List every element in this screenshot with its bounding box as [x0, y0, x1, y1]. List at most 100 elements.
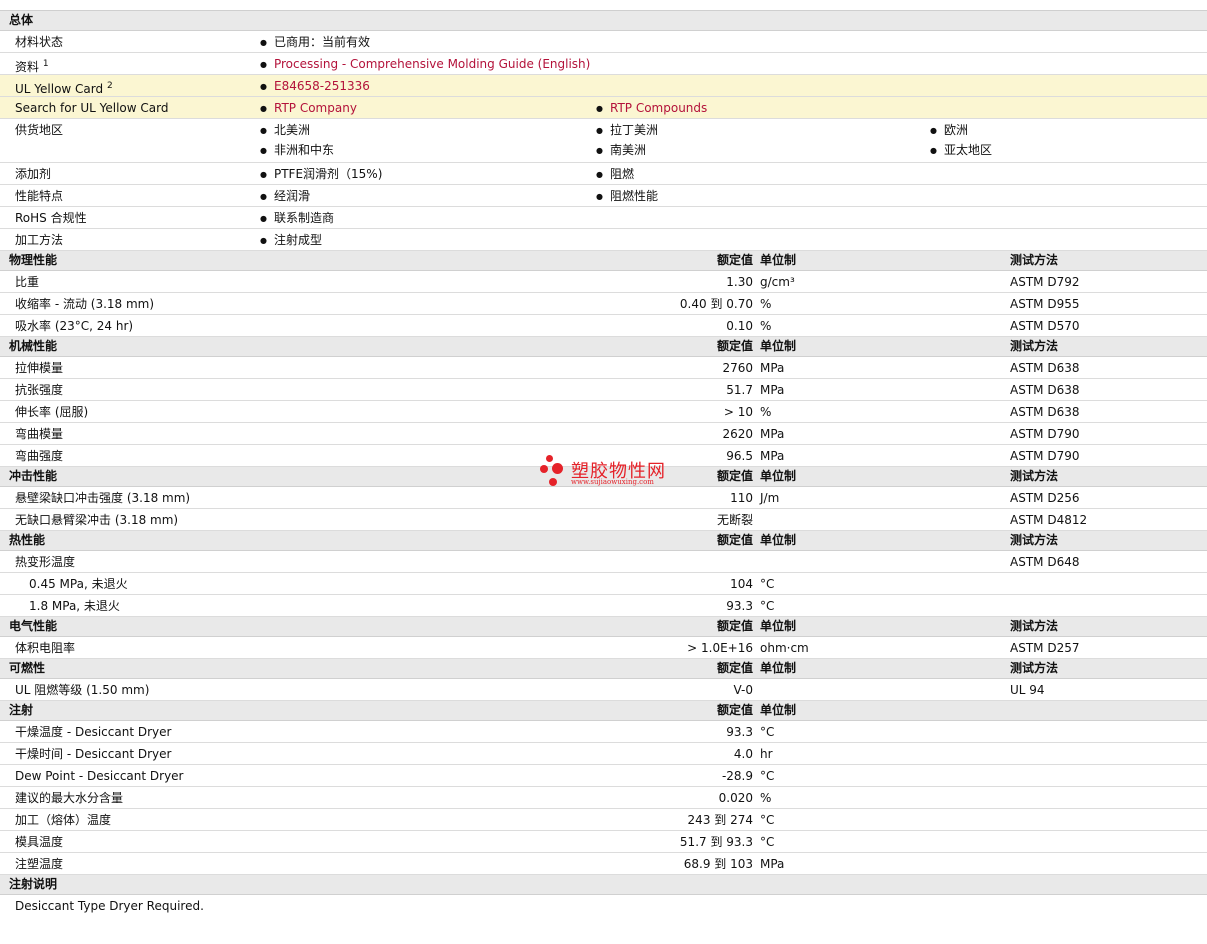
row-value: -28.9 — [721, 769, 753, 783]
row-value: > 1.0E+16 — [687, 641, 753, 655]
header-test: 测试方法 — [1010, 339, 1059, 353]
row-unit: MPa — [760, 857, 785, 871]
row-value: 96.5 — [726, 449, 753, 463]
row-label: 加工（熔体）温度 — [15, 813, 112, 827]
row-label: 模具温度 — [15, 835, 64, 849]
row-value: 51.7 到 93.3 — [679, 835, 753, 849]
row-value: 1.30 — [726, 275, 753, 289]
section-title: 电气性能 — [9, 619, 58, 633]
row-label: 收缩率 - 流动 (3.18 mm) — [15, 297, 155, 311]
table-row: 弯曲模量 2620 MPa ASTM D790 — [0, 423, 1207, 445]
row-features: 性能特点 经润滑 阻燃性能 — [0, 185, 1207, 207]
row-value: 2760 — [722, 361, 753, 375]
row-unit: °C — [760, 577, 775, 591]
ul-card-link[interactable]: E84658-251336 — [260, 79, 370, 95]
table-row: 悬壁梁缺口冲击强度 (3.18 mm) 110 J/m ASTM D256 — [0, 487, 1207, 509]
row-label: 无缺口悬臂梁冲击 (3.18 mm) — [15, 513, 179, 527]
row-label: Dew Point - Desiccant Dryer — [15, 769, 184, 783]
row-test: ASTM D4812 — [1010, 513, 1088, 527]
row-label: 弯曲强度 — [15, 449, 64, 463]
header-unit: 单位制 — [760, 339, 797, 353]
row-value: 51.7 — [726, 383, 753, 397]
row-unit: MPa — [760, 383, 785, 397]
table-row: 热变形温度 ASTM D648 — [0, 551, 1207, 573]
row-label: 干燥温度 - Desiccant Dryer — [15, 725, 172, 739]
row-unit: °C — [760, 835, 775, 849]
row-test: ASTM D790 — [1010, 427, 1080, 441]
row-label: 建议的最大水分含量 — [15, 791, 124, 805]
table-row: 模具温度 51.7 到 93.3 °C — [0, 831, 1207, 853]
row-unit: °C — [760, 725, 775, 739]
watermark-dot-icon — [546, 455, 553, 462]
section-general: 总体 — [0, 11, 1207, 31]
row-unit: hr — [760, 747, 773, 761]
header-test: 测试方法 — [1010, 533, 1059, 547]
section-title: 注射说明 — [9, 877, 58, 891]
header-unit: 单位制 — [760, 703, 797, 717]
row-label: 干燥时间 - Desiccant Dryer — [15, 747, 172, 761]
row-additive: 添加剂 PTFE润滑剂（15%) 阻燃 — [0, 163, 1207, 185]
row-value: 0.40 到 0.70 — [679, 297, 753, 311]
molding-guide-link[interactable]: Processing - Comprehensive Molding Guide… — [260, 57, 590, 73]
feature-item: 阻燃性能 — [596, 189, 658, 205]
row-value: > 10 — [723, 405, 753, 419]
section-thermal: 热性能 额定值 单位制 测试方法 — [0, 531, 1207, 551]
region-item: 非洲和中东 — [260, 143, 334, 159]
table-row: Dew Point - Desiccant Dryer -28.9 °C — [0, 765, 1207, 787]
notes-text: Desiccant Type Dryer Required. — [15, 899, 204, 913]
row-label: 伸长率 (屈服) — [15, 405, 89, 419]
table-row: 吸水率 (23°C, 24 hr) 0.10 % ASTM D570 — [0, 315, 1207, 337]
watermark-url: www.sujiaowuxing.com — [571, 478, 654, 486]
row-label: UL Yellow Card 2 — [15, 81, 113, 96]
header-value: 额定值 — [716, 703, 753, 717]
header-value: 额定值 — [716, 533, 753, 547]
additive-item: PTFE润滑剂（15%) — [260, 167, 382, 183]
header-unit: 单位制 — [760, 253, 797, 267]
datasheet: 总体 材料状态 已商用：当前有效 资料 1 Processing - Compr… — [0, 0, 1207, 944]
feature-item: 经润滑 — [260, 189, 310, 205]
row-test: ASTM D570 — [1010, 319, 1080, 333]
row-unit: MPa — [760, 361, 785, 375]
row-regions: 供货地区 北美洲 拉丁美洲 欧洲 非洲和中东 南美洲 亚太地区 — [0, 119, 1207, 163]
header-value: 额定值 — [716, 619, 753, 633]
header-test: 测试方法 — [1010, 253, 1059, 267]
footnote-1: 1 — [42, 59, 49, 69]
row-unit: % — [760, 405, 772, 419]
row-value: 110 — [730, 491, 753, 505]
processing-item: 注射成型 — [260, 233, 322, 249]
row-ul-search: Search for UL Yellow Card RTP Company RT… — [0, 97, 1207, 119]
section-title: 机械性能 — [9, 339, 58, 353]
rtp-company-link[interactable]: RTP Company — [260, 101, 357, 117]
row-unit: °C — [760, 813, 775, 827]
row-test: ASTM D638 — [1010, 361, 1080, 375]
row-test: ASTM D792 — [1010, 275, 1080, 289]
row-test: ASTM D790 — [1010, 449, 1080, 463]
row-value: 104 — [730, 577, 753, 591]
row-label: 热变形温度 — [15, 555, 76, 569]
row-value: 无断裂 — [716, 513, 753, 527]
row-value: 0.10 — [726, 319, 753, 333]
header-value: 额定值 — [716, 339, 753, 353]
header-value: 额定值 — [716, 661, 753, 675]
section-electrical: 电气性能 额定值 单位制 测试方法 — [0, 617, 1207, 637]
row-value: 93.3 — [726, 599, 753, 613]
row-label: 悬壁梁缺口冲击强度 (3.18 mm) — [15, 491, 191, 505]
rtp-compounds-link[interactable]: RTP Compounds — [596, 101, 707, 117]
header-test: 测试方法 — [1010, 619, 1059, 633]
row-label: 抗张强度 — [15, 383, 64, 397]
row-label: 资料 1 — [15, 59, 49, 74]
section-title: 热性能 — [9, 533, 46, 547]
top-rule — [0, 0, 1207, 11]
row-value: 2620 — [722, 427, 753, 441]
row-label: Search for UL Yellow Card — [15, 101, 169, 115]
header-unit: 单位制 — [760, 469, 797, 483]
watermark-dot-icon — [549, 478, 557, 486]
row-docs: 资料 1 Processing - Comprehensive Molding … — [0, 53, 1207, 75]
row-unit: % — [760, 791, 772, 805]
header-value: 额定值 — [716, 253, 753, 267]
row-test: ASTM D648 — [1010, 555, 1080, 569]
row-test: ASTM D638 — [1010, 405, 1080, 419]
watermark-logo: 塑胶物性网 www.sujiaowuxing.com — [540, 455, 675, 489]
header-unit: 单位制 — [760, 533, 797, 547]
header-unit: 单位制 — [760, 619, 797, 633]
